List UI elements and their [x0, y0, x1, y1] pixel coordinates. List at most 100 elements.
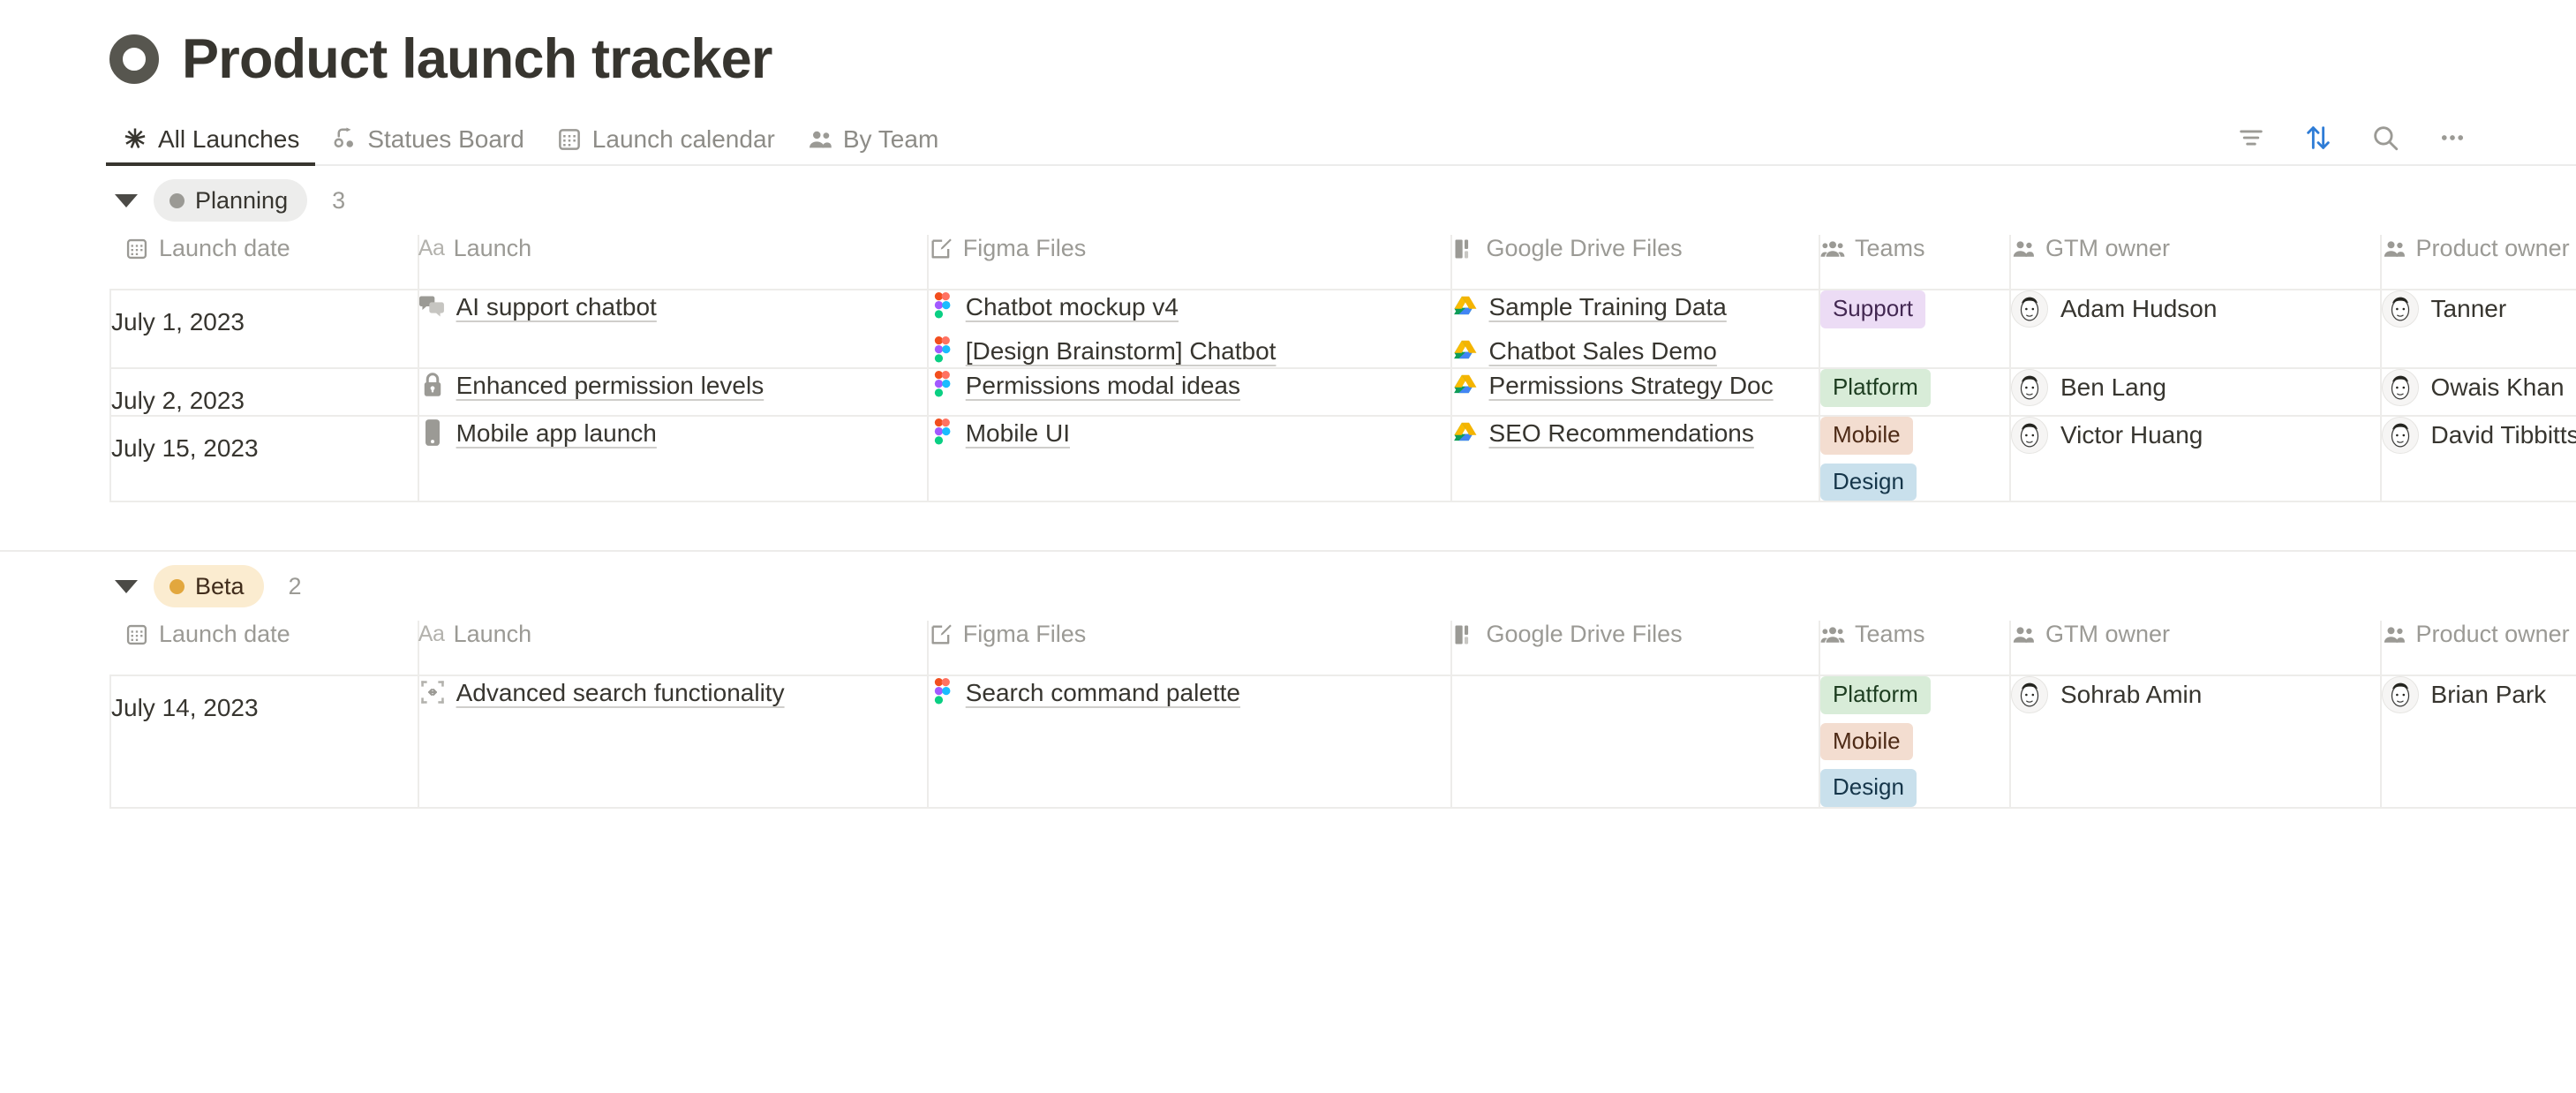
file-link-label: [Design Brainstorm] Chatbot — [965, 336, 1277, 365]
table-row[interactable]: July 15, 2023 Mobile app launch Mobile U… — [109, 416, 2576, 503]
column-header-product_owner[interactable]: Product owner — [2380, 621, 2576, 677]
person-chip[interactable]: Sohrab Amin — [2011, 676, 2380, 714]
gtm-owner-name: Adam Hudson — [2060, 295, 2218, 322]
column-header-gtm_owner[interactable]: GTM owner — [2010, 621, 2382, 677]
cell-google-drive-files[interactable]: Sample Training Data Chatbot Sales Demo — [1450, 290, 1820, 370]
cell-product-owner[interactable]: Owais Khan — [2380, 368, 2576, 418]
cell-launch-date[interactable]: July 14, 2023 — [109, 675, 419, 809]
cell-google-drive-files[interactable] — [1450, 675, 1820, 809]
tab-launch-calendar[interactable]: Launch calendar — [540, 125, 791, 164]
team-badge[interactable]: Design — [1819, 769, 1917, 807]
person-chip[interactable]: Adam Hudson — [2011, 290, 2380, 328]
tab-all-launches[interactable]: All Launches — [106, 125, 316, 166]
group-status-pill[interactable]: Planning — [154, 179, 308, 222]
file-link[interactable]: Chatbot mockup v4 — [929, 290, 1450, 324]
file-link[interactable]: Permissions Strategy Doc — [1452, 369, 1819, 403]
column-header-teams[interactable]: Teams — [1819, 235, 2012, 290]
page-title-row: Product launch tracker — [109, 0, 2576, 95]
column-header-launch_date[interactable]: Launch date — [110, 235, 419, 290]
figma-icon — [929, 678, 955, 705]
file-link-label: Chatbot Sales Demo — [1488, 336, 1717, 365]
cell-google-drive-files[interactable]: Permissions Strategy Doc — [1450, 368, 1820, 418]
team-badge[interactable]: Platform — [1819, 676, 1931, 714]
launch-link[interactable]: AI support chatbot — [418, 290, 927, 324]
tab-statues-board[interactable]: Statues Board — [315, 125, 539, 164]
cell-launch[interactable]: Mobile app launch — [418, 416, 929, 503]
cell-gtm-owner[interactable]: Ben Lang — [2010, 368, 2382, 418]
group-status-pill[interactable]: Beta — [154, 565, 264, 608]
cell-launch-date[interactable]: July 15, 2023 — [109, 416, 419, 503]
launch-link[interactable]: Enhanced permission levels — [419, 369, 927, 403]
column-header-launch_date[interactable]: Launch date — [110, 621, 419, 677]
cell-product-owner[interactable]: Brian Park — [2380, 675, 2576, 809]
cell-launch-date[interactable]: July 2, 2023 — [109, 368, 419, 418]
file-link[interactable]: Chatbot Sales Demo — [1452, 335, 1819, 368]
cell-gtm-owner[interactable]: Sohrab Amin — [2010, 675, 2382, 809]
group-collapse-toggle[interactable] — [115, 579, 138, 593]
group-collapse-toggle[interactable] — [115, 193, 138, 207]
groups-container: Planning 3 Launch date Aa Launch Figma F… — [0, 166, 2576, 809]
table-row[interactable]: July 2, 2023 Enhanced permission levels … — [109, 368, 2576, 418]
person-chip[interactable]: Owais Khan — [2381, 369, 2576, 407]
launch-link[interactable]: Advanced search functionality — [419, 676, 927, 710]
cell-teams[interactable]: Support — [1819, 290, 2012, 370]
cell-figma-files[interactable]: Permissions modal ideas — [927, 368, 1452, 418]
text-aa-icon: Aa — [418, 622, 445, 647]
table-row[interactable]: July 14, 2023 Advanced search functional… — [109, 675, 2576, 809]
cell-product-owner[interactable]: David Tibbitts — [2380, 416, 2576, 503]
calendar-icon — [124, 237, 149, 261]
team-badge[interactable]: Mobile — [1819, 722, 1913, 761]
column-header-figma[interactable]: Figma Files — [927, 235, 1452, 290]
product-owner-name: David Tibbitts — [2430, 421, 2576, 449]
cell-launch[interactable]: AI support chatbot — [418, 290, 929, 370]
file-link[interactable]: [Design Brainstorm] Chatbot — [929, 335, 1450, 368]
column-header-launch[interactable]: Aa Launch — [418, 235, 929, 290]
person-chip[interactable]: Ben Lang — [2011, 369, 2380, 407]
team-badge[interactable]: Design — [1819, 463, 1917, 501]
team-badge[interactable]: Platform — [1819, 369, 1931, 407]
column-header-label: Launch — [453, 235, 532, 261]
file-link[interactable]: Search command palette — [929, 676, 1450, 710]
cell-gtm-owner[interactable]: Adam Hudson — [2010, 290, 2382, 370]
column-header-label: Figma Files — [962, 621, 1087, 648]
tab-by-team[interactable]: By Team — [791, 125, 954, 164]
column-header-launch[interactable]: Aa Launch — [418, 621, 929, 677]
person-chip[interactable]: Tanner — [2381, 290, 2576, 328]
more-options-icon[interactable] — [2435, 120, 2470, 155]
cell-product-owner[interactable]: Tanner — [2380, 290, 2576, 370]
launch-link[interactable]: Mobile app launch — [419, 417, 927, 450]
cell-launch[interactable]: Enhanced permission levels — [418, 368, 929, 418]
column-header-gtm_owner[interactable]: GTM owner — [2010, 235, 2382, 290]
person-chip[interactable]: Brian Park — [2381, 676, 2576, 714]
filter-icon[interactable] — [2233, 120, 2269, 155]
sort-icon[interactable] — [2301, 120, 2336, 155]
cell-figma-files[interactable]: Chatbot mockup v4 [Design Brainstorm] Ch… — [927, 290, 1452, 370]
cell-launch[interactable]: Advanced search functionality — [418, 675, 929, 809]
tab-label: By Team — [842, 125, 939, 153]
cell-gtm-owner[interactable]: Victor Huang — [2010, 416, 2382, 503]
cell-teams[interactable]: Platform — [1819, 368, 2012, 418]
column-header-gdrive[interactable]: Google Drive Files — [1450, 621, 1820, 677]
file-link[interactable]: Permissions modal ideas — [929, 369, 1450, 403]
column-header-row: Launch date Aa Launch Figma Files Google… — [110, 235, 2576, 290]
column-header-teams[interactable]: Teams — [1819, 621, 2012, 677]
team-badge[interactable]: Mobile — [1819, 417, 1913, 455]
cell-teams[interactable]: Mobile Design — [1819, 416, 2012, 503]
cell-google-drive-files[interactable]: SEO Recommendations — [1450, 416, 1820, 503]
column-header-gdrive[interactable]: Google Drive Files — [1450, 235, 1820, 290]
person-chip[interactable]: David Tibbitts — [2381, 417, 2576, 455]
cell-figma-files[interactable]: Search command palette — [927, 675, 1452, 809]
team-badge[interactable]: Support — [1819, 290, 1926, 328]
cell-launch-date[interactable]: July 1, 2023 — [109, 290, 419, 370]
file-link[interactable]: SEO Recommendations — [1452, 417, 1819, 450]
cell-figma-files[interactable]: Mobile UI — [927, 416, 1452, 503]
search-icon[interactable] — [2368, 120, 2403, 155]
column-header-figma[interactable]: Figma Files — [927, 621, 1452, 677]
column-header-product_owner[interactable]: Product owner — [2380, 235, 2576, 290]
person-chip[interactable]: Victor Huang — [2011, 417, 2380, 455]
file-link[interactable]: Mobile UI — [929, 417, 1450, 450]
file-link[interactable]: Sample Training Data — [1452, 290, 1819, 324]
table-row[interactable]: July 1, 2023 AI support chatbot Chatbot … — [109, 290, 2576, 370]
cell-teams[interactable]: Platform Mobile Design — [1819, 675, 2012, 809]
column-header-label: Launch — [453, 621, 532, 648]
